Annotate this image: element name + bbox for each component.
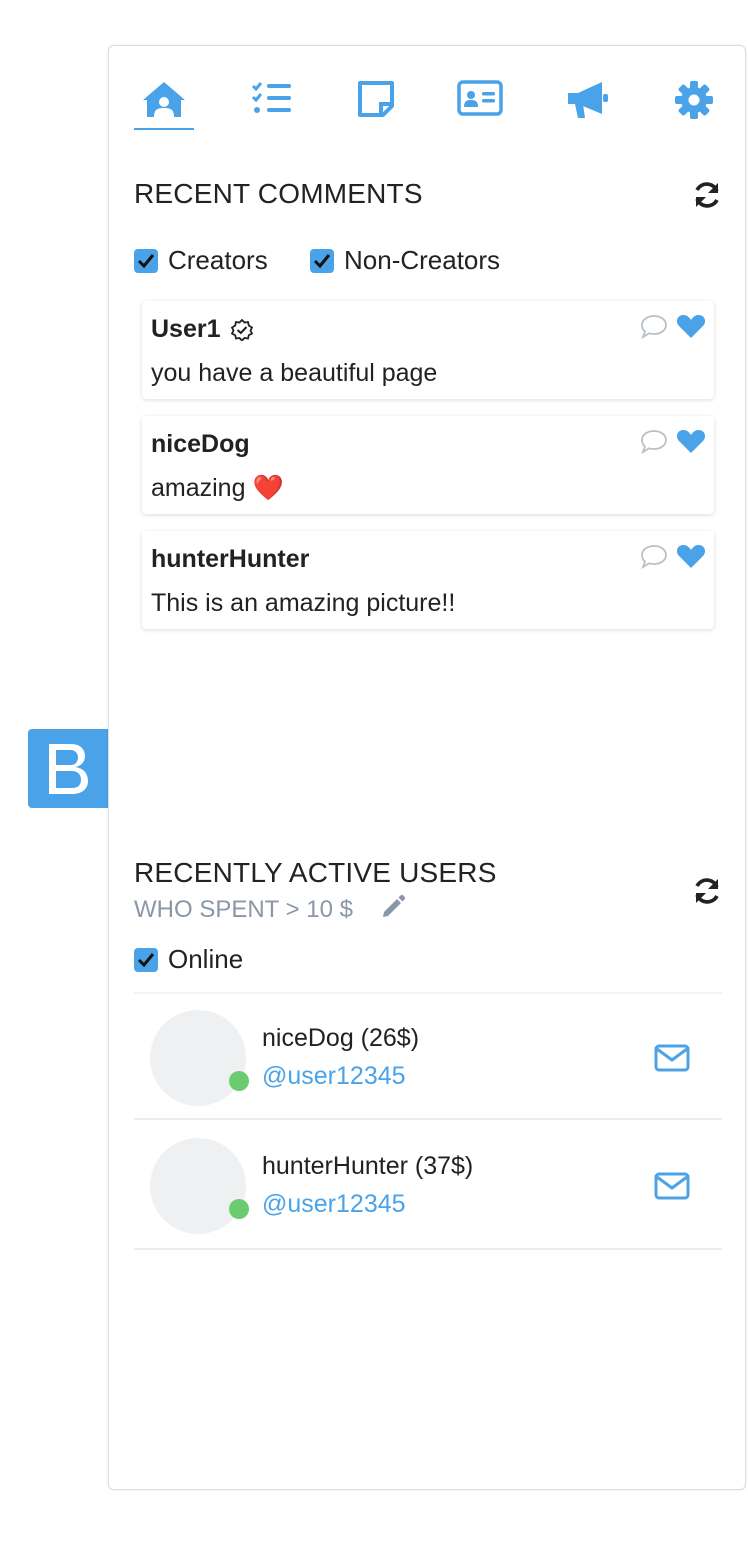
tab-notes[interactable] — [346, 72, 406, 130]
megaphone-icon — [568, 82, 608, 118]
brand-side-tab[interactable] — [28, 729, 108, 808]
comment-author-name: niceDog — [151, 430, 250, 458]
user-name: hunterHunter (37$) — [262, 1152, 474, 1180]
recent-users-title: RECENTLY ACTIVE USERS — [134, 857, 497, 888]
checkmark-icon — [137, 952, 155, 967]
non-creators-label: Non-Creators — [344, 245, 501, 275]
online-checkbox[interactable] — [134, 947, 158, 972]
top-nav — [134, 72, 724, 134]
user-list-item[interactable]: hunterHunter (37$) @user12345 — [134, 1122, 722, 1250]
recent-comments-title: RECENT COMMENTS — [134, 178, 423, 209]
recent-users-subtitle: WHO SPENT > 10 $ — [134, 894, 406, 924]
note-icon — [358, 81, 394, 117]
tab-announcements[interactable] — [558, 72, 618, 130]
user-list-item[interactable]: niceDog (26$) @user12345 — [134, 992, 722, 1120]
home-icon — [143, 82, 185, 117]
comment-author: hunterHunter — [151, 545, 309, 574]
comment-card[interactable]: niceDog amazing ❤️ — [142, 416, 714, 514]
comment-text: you have a beautiful page — [151, 359, 438, 387]
creators-label: Creators — [168, 245, 268, 275]
non-creators-checkbox[interactable] — [310, 248, 334, 273]
gear-icon — [675, 81, 713, 119]
refresh-icon — [695, 182, 719, 208]
comment-author: niceDog — [151, 430, 250, 459]
comment-text: amazing ❤️ — [151, 474, 284, 502]
spend-threshold-text: WHO SPENT > 10 $ — [134, 896, 353, 923]
filter-online[interactable]: Online — [134, 944, 243, 975]
mail-icon[interactable] — [654, 1044, 690, 1072]
heart-icon[interactable] — [676, 313, 706, 339]
checkmark-icon — [137, 253, 155, 268]
user-handle[interactable]: @user12345 — [262, 1190, 406, 1219]
heart-icon[interactable] — [676, 428, 706, 454]
avatar[interactable] — [150, 1010, 246, 1106]
brand-b-icon — [49, 743, 88, 794]
user-name: niceDog (26$) — [262, 1024, 420, 1052]
pencil-edit-icon[interactable] — [380, 894, 406, 920]
id-card-icon — [457, 80, 503, 116]
reply-bubble-icon[interactable] — [640, 313, 668, 339]
online-status-dot — [229, 1199, 249, 1219]
creators-checkbox[interactable] — [134, 248, 158, 273]
refresh-comments-button[interactable] — [692, 180, 722, 210]
filter-creators[interactable]: Creators — [134, 245, 268, 276]
avatar[interactable] — [150, 1138, 246, 1234]
reply-bubble-icon[interactable] — [640, 428, 668, 454]
heart-icon[interactable] — [676, 543, 706, 569]
tab-settings[interactable] — [664, 72, 724, 130]
tab-profile-card[interactable] — [450, 72, 510, 130]
comment-author-name: User1 — [151, 315, 221, 343]
checkmark-icon — [313, 253, 331, 268]
tab-home[interactable] — [134, 72, 194, 130]
checklist-icon — [251, 82, 291, 113]
mail-icon[interactable] — [654, 1172, 690, 1200]
refresh-users-button[interactable] — [692, 876, 722, 906]
verified-badge-icon — [230, 318, 253, 341]
filter-non-creators[interactable]: Non-Creators — [310, 245, 500, 276]
comment-text: This is an amazing picture!! — [151, 589, 456, 617]
reply-bubble-icon[interactable] — [640, 543, 668, 569]
tab-checklist[interactable] — [242, 72, 302, 130]
refresh-icon — [695, 878, 719, 904]
user-handle[interactable]: @user12345 — [262, 1062, 406, 1091]
comment-card[interactable]: hunterHunter This is an amazing picture!… — [142, 531, 714, 629]
comment-author: User1 — [151, 315, 253, 344]
comment-author-name: hunterHunter — [151, 545, 310, 573]
online-label: Online — [168, 944, 244, 974]
comment-card[interactable]: User1 you have a beautiful page — [142, 301, 714, 399]
online-status-dot — [229, 1071, 249, 1091]
